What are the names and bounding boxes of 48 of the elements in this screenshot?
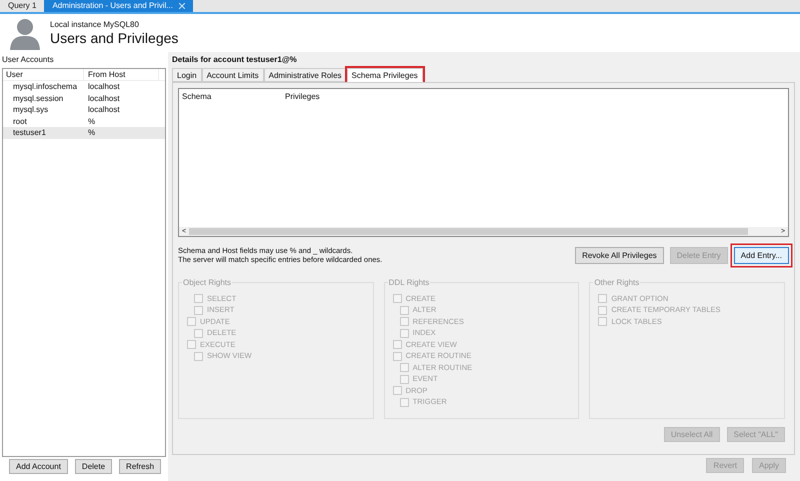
close-icon[interactable] [178,3,185,9]
scroll-thumb[interactable] [189,228,748,235]
group-title: Other Rights [593,278,640,287]
checkbox[interactable] [598,294,608,303]
column-header[interactable]: User [3,69,84,80]
checkbox[interactable] [194,352,203,360]
action-button[interactable]: Refresh [119,459,162,474]
section-label: User Accounts [1,54,55,66]
checkbox[interactable] [598,306,608,314]
checkbox[interactable] [187,317,196,326]
user-row[interactable]: root % [3,116,165,127]
checkbox[interactable] [400,317,409,326]
checkbox[interactable] [392,386,402,395]
document-tab[interactable]: Query 1 [0,0,44,12]
group-title: DDL Rights [388,278,430,287]
page-title: Users and Privileges [50,30,178,46]
checkbox[interactable] [400,328,409,338]
action-button[interactable]: Add Account [9,459,68,474]
checkbox[interactable] [400,363,409,372]
user-row[interactable]: mysql.infoschema localhost [3,81,165,92]
details-tab[interactable]: Schema Privileges [346,68,423,82]
column-header[interactable]: Schema [179,89,282,105]
checkbox[interactable] [400,398,409,406]
details-tab[interactable]: Account Limits [202,68,264,82]
checkbox[interactable] [400,306,409,314]
entry-button[interactable]: Revoke All Privileges [575,246,664,264]
checkbox[interactable] [187,340,196,349]
checkbox[interactable] [598,317,608,326]
user-avatar-icon [8,16,42,50]
user-row[interactable]: mysql.sys localhost [3,104,165,116]
checkbox[interactable] [400,374,409,384]
checkbox[interactable] [392,340,402,349]
column-header[interactable]: Privileges [282,89,320,105]
checkbox[interactable] [392,294,402,303]
user-row[interactable]: mysql.session localhost [3,92,165,104]
instance-label: Local instance MySQL80 [50,20,140,30]
document-tab[interactable]: Administration - Users and Privil... [44,0,193,12]
details-tab[interactable]: Login [172,68,202,82]
account-details-title: Details for account testuser1@% [172,54,298,66]
group-title: Object Rights [182,278,232,287]
details-tab[interactable]: Administrative Roles [264,68,347,82]
column-header[interactable]: From Host [84,69,159,80]
checkbox[interactable] [194,306,203,314]
checkbox[interactable] [194,294,203,303]
action-button[interactable]: Delete [74,459,112,474]
checkbox[interactable] [194,328,203,338]
checkbox[interactable] [392,352,402,360]
user-row[interactable]: testuser1 % [3,127,165,138]
